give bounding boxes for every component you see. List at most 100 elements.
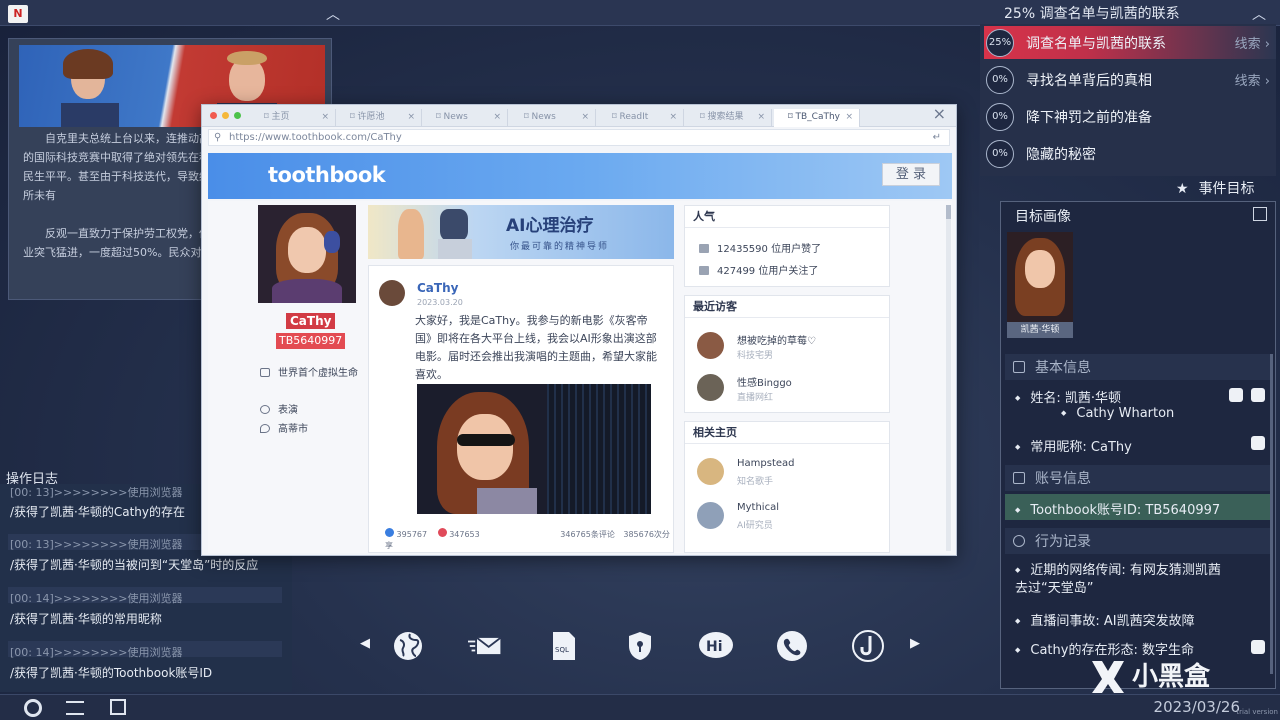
phone-icon[interactable] [774,628,810,664]
comment-count: 346765条评论 [560,530,615,539]
globe-icon[interactable] [1251,640,1265,654]
post-avatar[interactable] [379,280,405,306]
log-text: /获得了凯茜·华顿的常用昵称 [10,612,162,626]
follows-stat: 427499 位用户关注了 [699,262,818,277]
shield-icon[interactable] [1251,436,1265,450]
maximize-dot[interactable] [234,112,241,119]
related-name[interactable]: Hampstead [737,458,795,469]
related-name[interactable]: Mythical [737,502,779,513]
tab-close-icon[interactable]: × [845,109,853,126]
news-app-icon[interactable]: N [8,5,28,23]
toothbook-logo[interactable]: toothbook [268,163,386,187]
rss-icon [699,266,709,275]
enter-icon[interactable]: ↵ [933,130,941,145]
tab-tb-cathy[interactable]: ⌑ TB_CaThy × [774,109,860,127]
tab-close-icon[interactable]: × [493,109,501,126]
tab-close-icon[interactable]: × [669,109,677,126]
account-info-section[interactable]: 账号信息 [1005,465,1271,491]
edit-icon [1013,472,1025,484]
card-title: 相关主页 [685,422,889,444]
banner-subtitle: 你最可靠的精神导师 [510,242,610,252]
basic-info-section[interactable]: 基本信息 [1005,354,1271,380]
scroll-thumb[interactable] [946,205,951,219]
task-list-icon[interactable] [66,701,84,715]
dock-next-arrow[interactable]: ▶ [910,636,920,651]
browser-globe-icon[interactable] [390,628,426,664]
svg-text:Hi: Hi [706,639,723,655]
log-time: [00: 14]>>>>>>>>使用浏览器 [10,646,183,659]
star-icon: ★ [1176,181,1189,197]
visitors-card: 最近访客 想被吃掉的草莓♡ 科技宅男 性感Binggo 直播网红 [684,295,890,413]
popularity-card: 人气 12435590 位用户赞了 427499 位用户关注了 [684,205,890,287]
page-content: CaThy TB5640997 世界首个虚拟生命 表演 高蒂市 AI心理治疗 你… [208,201,952,553]
heart-count: 347653 [449,530,480,539]
post-author[interactable]: CaThy [417,281,458,295]
tab-close-icon[interactable]: × [757,109,765,126]
visitor-avatar[interactable] [697,332,724,359]
sql-database-icon[interactable]: SQL [546,628,582,664]
minimize-dot[interactable] [222,112,229,119]
chevron-up-icon[interactable]: ︿ [1252,4,1266,24]
tab-close-icon[interactable]: × [321,109,329,126]
tab-news[interactable]: ⌑ News × [422,109,508,127]
current-objective-header: 25% 调查名单与凯茜的联系 [1004,6,1180,22]
url-bar[interactable]: ⚲ https://www.toothbook.com/CaThy ↵ [208,129,950,146]
chat-hi-icon[interactable]: Hi [698,628,734,664]
close-dot[interactable] [210,112,217,119]
like-icon[interactable] [385,528,394,537]
objective-text: 隐藏的秘密 [1026,146,1096,163]
profile-bio: 世界首个虚拟生命 [260,367,360,381]
objective-item[interactable]: 25% 调查名单与凯茜的联系 线索 › [984,26,1276,59]
objective-item[interactable]: 0% 隐藏的秘密 [984,137,1276,170]
visitor-avatar[interactable] [697,374,724,401]
related-avatar[interactable] [697,502,724,529]
login-button[interactable]: 登 录 [882,163,940,186]
visitor-name[interactable]: 想被吃掉的草莓♡ [737,332,816,347]
objective-item[interactable]: 0% 降下神罚之前的准备 [984,100,1276,133]
mail-icon[interactable] [468,628,504,664]
security-shield-icon[interactable] [622,628,658,664]
ad-banner[interactable]: AI心理治疗 你最可靠的精神导师 [368,205,674,259]
chevron-up-icon[interactable]: ︿ [326,4,340,24]
person-icon [1013,535,1025,547]
dock-prev-arrow[interactable]: ◀ [360,636,370,651]
events-target-label[interactable]: ★ 事件目标 [1176,178,1255,198]
id-card-icon [1013,361,1025,373]
behavior-section[interactable]: 行为记录 [1005,528,1271,554]
panel-scrollbar[interactable] [1270,354,1273,674]
expand-icon[interactable] [1253,207,1267,221]
log-time: [00: 13]>>>>>>>>使用浏览器 [10,538,183,551]
window-close-icon[interactable]: × [933,104,946,123]
globe-icon[interactable] [1251,388,1265,402]
tab-search-results[interactable]: ⌑ 搜索结果 × [686,109,772,127]
visitor-name[interactable]: 性感Binggo [737,374,792,389]
target-portrait[interactable] [1007,232,1073,322]
visitor-role: 直播网红 [737,393,774,403]
suit [61,103,119,127]
browser-window: ⌑ 主页 × ⌑ 许愿池 × ⌑ News × ⌑ News × ⌑ ReadIt × ⌑… [201,104,957,556]
post-image[interactable] [417,384,651,514]
document-icon[interactable] [1229,388,1243,402]
notes-f2-icon[interactable] [110,699,126,715]
clue-link[interactable]: 线索 › [1235,33,1270,52]
objective-item[interactable]: 0% 寻找名单背后的真相 线索 › [984,63,1276,96]
settings-gear-icon[interactable] [24,699,42,717]
thumbs-up-icon [699,244,709,253]
tab-close-icon[interactable]: × [407,109,415,126]
tab-wishing-pool[interactable]: ⌑ 许愿池 × [336,109,422,127]
card-title: 人气 [685,206,889,228]
opponent-hair [227,51,267,65]
hook-tool-icon[interactable] [850,628,886,664]
like-count: 395767 [396,530,428,539]
tab-home[interactable]: ⌑ 主页 × [250,109,336,127]
heart-icon[interactable] [437,528,447,537]
related-avatar[interactable] [697,458,724,485]
tab-close-icon[interactable]: × [581,109,589,126]
page-scrollbar[interactable] [946,205,951,551]
tab-readit[interactable]: ⌑ ReadIt × [598,109,684,127]
name-field: 姓名: 凯茜·华顿 [1015,387,1121,406]
tab-news[interactable]: ⌑ News × [510,109,596,127]
clue-link[interactable]: 线索 › [1235,70,1270,89]
log-text: /获得了凯茜·华顿的Toothbook账号ID [10,666,213,680]
log-time: [00: 14]>>>>>>>>使用浏览器 [10,592,183,605]
